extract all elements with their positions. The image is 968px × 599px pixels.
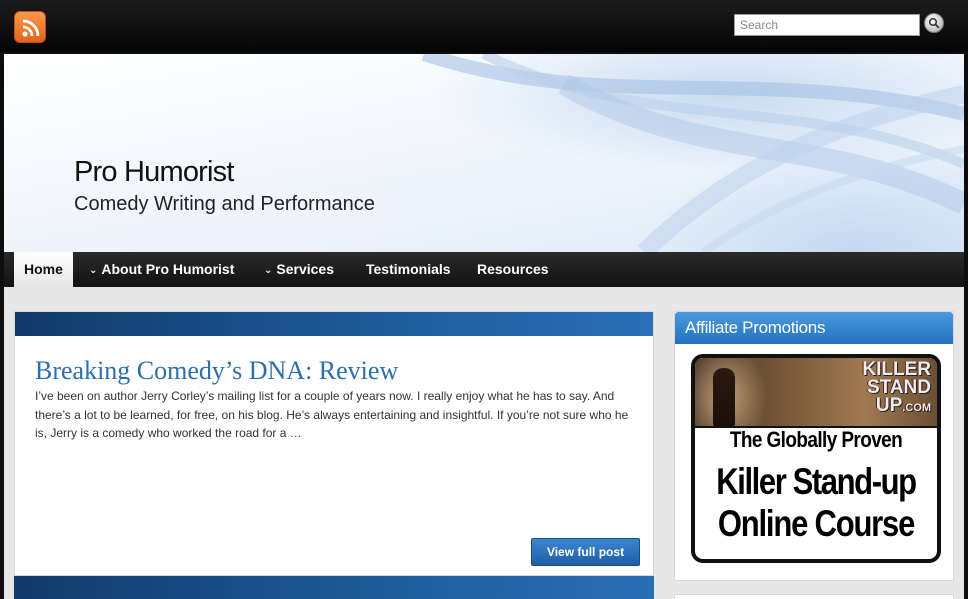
search-button[interactable] [924, 13, 944, 33]
site-title[interactable]: Pro Humorist [74, 156, 234, 189]
post-card: Breaking Comedy’s DNA: Review I’ve been … [14, 311, 654, 576]
ad-course-name: Killer Stand-up [716, 460, 917, 503]
view-full-post-button[interactable]: View full post [531, 538, 640, 566]
search-input[interactable] [734, 14, 920, 36]
nav-item-services[interactable]: ⌄ Services [264, 252, 334, 287]
chevron-down-icon: ⌄ [89, 265, 98, 276]
post-header-bar [14, 576, 654, 599]
nav-item-resources[interactable]: Resources [477, 252, 549, 287]
search-icon [928, 17, 940, 29]
post-card [14, 576, 654, 599]
site-header: Pro Humorist Comedy Writing and Performa… [4, 54, 964, 252]
nav-item-label: About Pro Humorist [101, 261, 235, 277]
ad-photo: KILLER STAND UP.COM [695, 358, 937, 428]
ad-headline: The Globally Proven [729, 428, 903, 453]
nav-item-label: Services [276, 261, 334, 277]
nav-item-label: Home [24, 261, 63, 277]
ad-logo-suffix: .COM [902, 402, 931, 414]
nav-item-testimonials[interactable]: Testimonials [366, 252, 451, 287]
header-swoosh-decoration [421, 54, 964, 252]
affiliate-ad-banner[interactable]: KILLER STAND UP.COM The Globally Proven … [691, 354, 941, 563]
nav-item-about[interactable]: ⌄ About Pro Humorist [89, 252, 234, 287]
site-tagline: Comedy Writing and Performance [74, 193, 375, 215]
sidebar-widget [674, 594, 954, 599]
affiliate-widget: Affiliate Promotions KILLER STAND UP.COM… [674, 311, 954, 581]
top-bar [0, 0, 968, 52]
post-excerpt: I’ve been on author Jerry Corley’s maili… [35, 389, 629, 440]
widget-title: Affiliate Promotions [675, 312, 953, 344]
nav-item-home[interactable]: Home [14, 252, 73, 287]
main-navigation: Home ⌄ About Pro Humorist ⌄ Services Testi… [4, 252, 964, 287]
chevron-down-icon: ⌄ [264, 265, 273, 276]
nav-item-label: Resources [477, 261, 549, 277]
ad-logo-text: UP [875, 395, 903, 416]
rss-feed-icon[interactable] [14, 11, 46, 43]
nav-item-label: Testimonials [366, 261, 451, 277]
post-title[interactable]: Breaking Comedy’s DNA: Review [35, 356, 398, 386]
ad-performer-silhouette [713, 368, 735, 426]
post-header-bar [15, 312, 653, 336]
ad-logo: KILLER STAND UP.COM [821, 360, 931, 416]
ad-course-type: Online Course [717, 502, 915, 545]
